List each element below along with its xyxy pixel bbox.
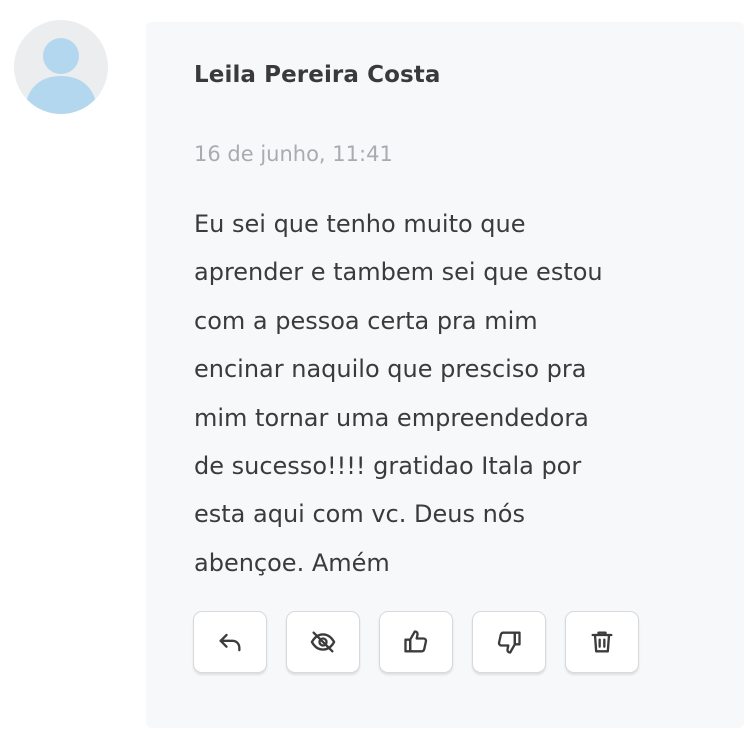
reply-button[interactable] — [193, 611, 267, 673]
comment-body-line: de sucesso!!!! gratidao Itala por — [194, 451, 582, 480]
comment-actions — [193, 611, 639, 673]
trash-icon — [591, 631, 613, 653]
user-placeholder-icon — [24, 38, 98, 114]
thumbs-up-icon — [404, 630, 428, 653]
comment-body-line: esta aqui com vc. Deus nós — [194, 500, 525, 529]
hide-button[interactable] — [286, 611, 360, 673]
eye-off-icon — [310, 631, 336, 653]
avatar — [14, 20, 108, 114]
thumbs-down-icon — [497, 631, 521, 654]
comment-body: Eu sei que tenho muito que aprender e ta… — [194, 200, 714, 587]
reply-icon — [219, 633, 241, 652]
comment-body-line: encinar naquilo que presciso pra — [194, 355, 587, 384]
comment-body-line: com a pessoa certa pra mim — [194, 306, 538, 335]
like-button[interactable] — [379, 611, 453, 673]
comment-body-line: aprender e tambem sei que estou — [194, 258, 603, 287]
comment-timestamp: 16 de junho, 11:41 — [194, 142, 393, 166]
comment-body-line: abençoe. Amém — [194, 548, 390, 577]
comment-author: Leila Pereira Costa — [194, 62, 441, 88]
dislike-button[interactable] — [472, 611, 546, 673]
comment-body-line: Eu sei que tenho muito que — [194, 210, 526, 238]
comment-body-line: mim tornar uma empreendedora — [194, 403, 589, 432]
comment-card: Leila Pereira Costa 16 de junho, 11:41 E… — [146, 22, 744, 728]
delete-button[interactable] — [565, 611, 639, 673]
